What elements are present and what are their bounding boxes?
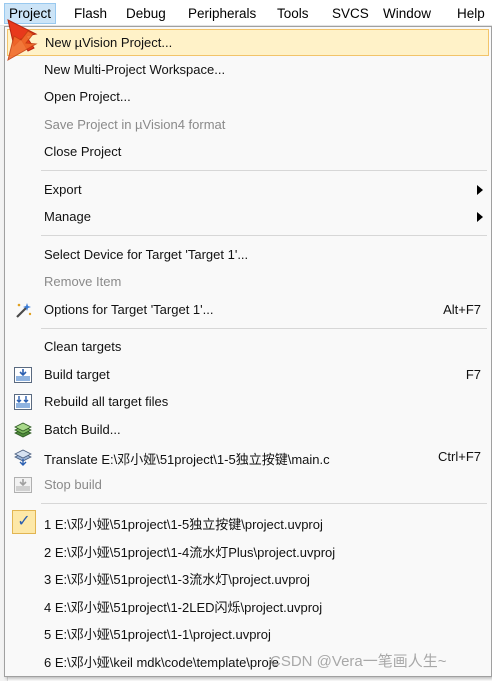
recent-project-1[interactable]: ✓ 1 E:\邓小娅\51project\1-5独立按键\project.uvp… <box>7 509 489 536</box>
menu-item-open-project[interactable]: Open Project... <box>7 84 489 111</box>
menu-item-label: Save Project in µVision4 format <box>44 117 226 132</box>
menu-separator <box>41 503 487 504</box>
recent-project-4[interactable]: 4 E:\邓小娅\51project\1-2LED闪烁\project.uvpr… <box>7 592 489 619</box>
recent-project-5[interactable]: 5 E:\邓小娅\51project\1-1\project.uvproj <box>7 619 489 646</box>
build-icon <box>14 367 32 383</box>
menu-item-label: Manage <box>44 209 91 224</box>
menu-item-translate[interactable]: Translate E:\邓小娅\51project\1-5独立按键\main.… <box>7 444 489 471</box>
menu-item-label: Open Project... <box>44 89 131 104</box>
menu-item-remove-item: Remove Item <box>7 269 489 296</box>
menu-item-stop-build: Stop build <box>7 472 489 499</box>
menu-window[interactable]: Window <box>379 3 435 24</box>
menu-item-label: Close Project <box>44 144 122 159</box>
menu-item-label: Batch Build... <box>44 422 121 437</box>
menu-item-export[interactable]: Export <box>7 177 489 204</box>
menu-item-clean-targets[interactable]: Clean targets <box>7 334 489 361</box>
submenu-arrow-icon <box>477 212 483 222</box>
menu-tools[interactable]: Tools <box>273 3 313 24</box>
recent-project-label: 2 E:\邓小娅\51project\1-4流水灯Plus\project.uv… <box>44 545 336 560</box>
recent-project-label: 3 E:\邓小娅\51project\1-3流水灯\project.uvproj <box>44 572 310 587</box>
menu-item-close-project[interactable]: Close Project <box>7 139 489 166</box>
menu-item-build-target[interactable]: Build target F7 <box>7 362 489 389</box>
recent-project-label: 6 E:\邓小娅\keil mdk\code\template\proje <box>44 655 279 670</box>
recent-project-3[interactable]: 3 E:\邓小娅\51project\1-3流水灯\project.uvproj <box>7 564 489 591</box>
translate-icon <box>14 449 32 466</box>
red-pointer-arrow-icon <box>7 19 38 62</box>
menu-separator <box>41 235 487 236</box>
rebuild-icon <box>14 394 32 410</box>
submenu-arrow-icon <box>477 185 483 195</box>
menu-item-rebuild-all[interactable]: Rebuild all target files <box>7 389 489 416</box>
menu-peripherals[interactable]: Peripherals <box>184 3 260 24</box>
recent-project-label: 1 E:\邓小娅\51project\1-5独立按键\project.uvpro… <box>44 517 323 532</box>
menu-item-manage[interactable]: Manage <box>7 204 489 231</box>
menu-item-new-uvision-project[interactable]: New µVision Project... <box>7 29 489 56</box>
menu-item-label: Build target <box>44 367 110 382</box>
menu-item-label: Remove Item <box>44 274 122 289</box>
shortcut-label: Alt+F7 <box>443 302 481 317</box>
batch-build-icon <box>14 422 32 438</box>
menu-flash[interactable]: Flash <box>70 3 111 24</box>
menu-item-label: Stop build <box>44 477 102 492</box>
menu-item-label: New µVision Project... <box>45 35 173 50</box>
magic-wand-icon <box>16 303 32 318</box>
menu-item-label: Translate E:\邓小娅\51project\1-5独立按键\main.… <box>44 452 330 467</box>
menu-separator <box>41 328 487 329</box>
menu-item-label: New Multi-Project Workspace... <box>44 62 226 77</box>
menu-item-label: Select Device for Target 'Target 1'... <box>44 247 249 262</box>
checkmark-icon: ✓ <box>12 510 36 534</box>
shortcut-label: Ctrl+F7 <box>438 449 481 464</box>
recent-project-2[interactable]: 2 E:\邓小娅\51project\1-4流水灯Plus\project.uv… <box>7 537 489 564</box>
project-dropdown-menu: New µVision Project... New Multi-Project… <box>4 26 492 677</box>
menu-item-save-project-uv4: Save Project in µVision4 format <box>7 112 489 139</box>
menu-item-select-device[interactable]: Select Device for Target 'Target 1'... <box>7 242 489 269</box>
stop-build-icon <box>14 477 32 493</box>
menu-svcs[interactable]: SVCS <box>328 3 373 24</box>
menu-item-options-for-target[interactable]: Options for Target 'Target 1'... Alt+F7 <box>7 297 489 324</box>
recent-project-label: 5 E:\邓小娅\51project\1-1\project.uvproj <box>44 627 271 642</box>
menu-item-batch-build[interactable]: Batch Build... <box>7 417 489 444</box>
menu-debug[interactable]: Debug <box>122 3 170 24</box>
menu-separator <box>41 170 487 171</box>
menu-item-new-multi-project-workspace[interactable]: New Multi-Project Workspace... <box>7 57 489 84</box>
watermark: CSDN @Vera一笔画人生~ <box>270 653 447 670</box>
menu-item-label: Options for Target 'Target 1'... <box>44 302 214 317</box>
menu-item-label: Clean targets <box>44 339 122 354</box>
menu-item-label: Export <box>44 182 82 197</box>
menu-bar: Project Flash Debug Peripherals Tools SV… <box>0 0 492 26</box>
recent-project-label: 4 E:\邓小娅\51project\1-2LED闪烁\project.uvpr… <box>44 600 323 615</box>
shortcut-label: F7 <box>465 367 481 382</box>
menu-help[interactable]: Help <box>453 3 489 24</box>
menu-item-label: Rebuild all target files <box>44 394 169 409</box>
